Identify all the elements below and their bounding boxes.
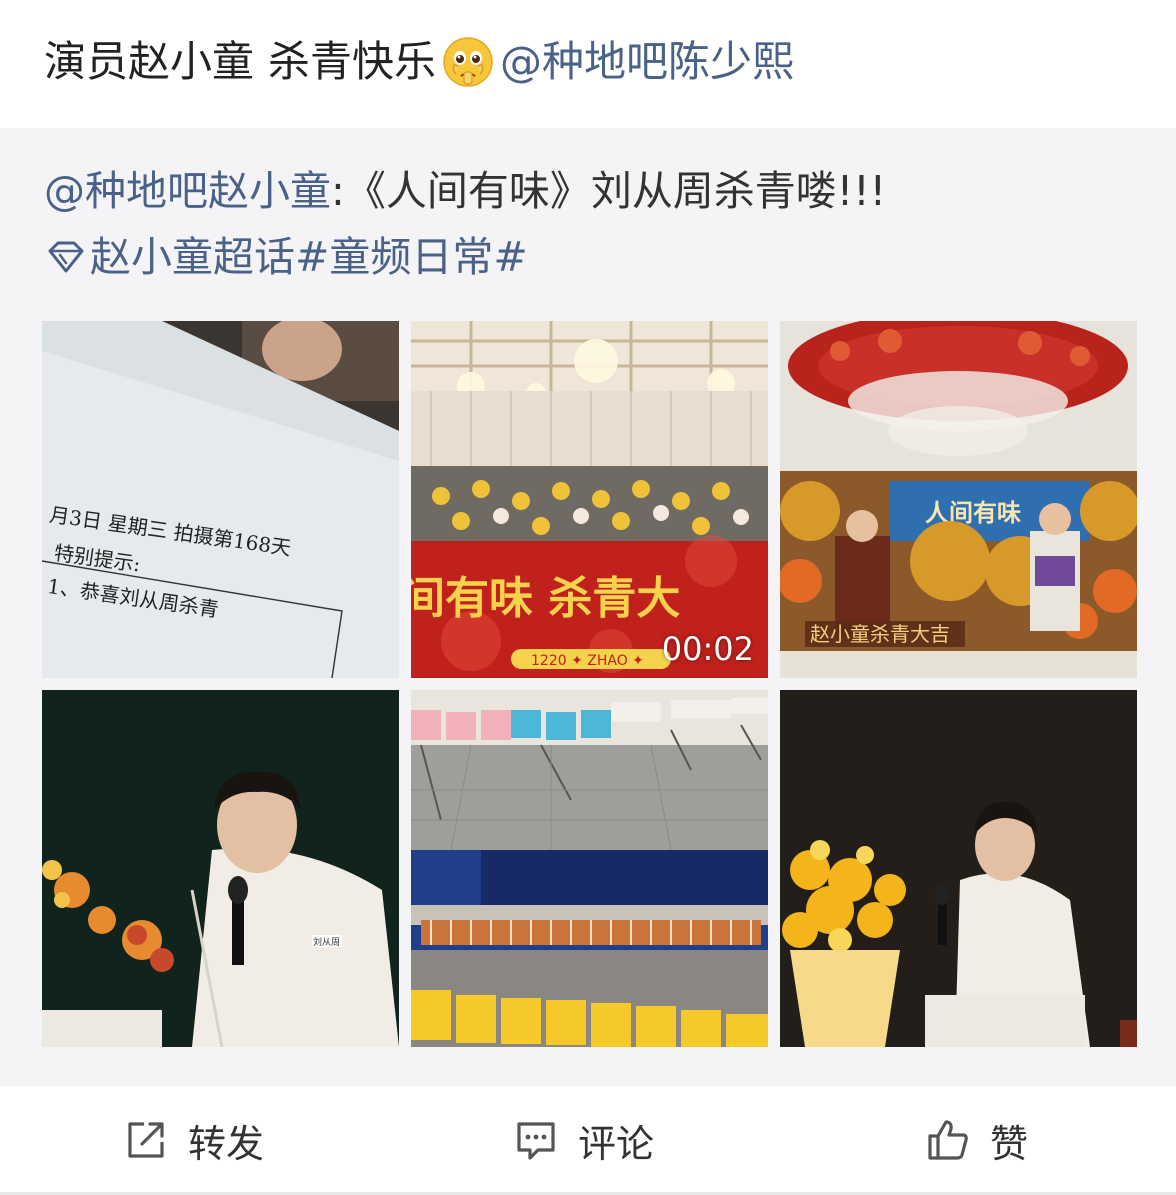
forward-label: 转发 <box>188 1121 265 1166</box>
like-button[interactable]: 赞 <box>926 1112 1028 1168</box>
comment-button[interactable]: 评论 <box>514 1112 654 1168</box>
schedule-paper-photo[interactable]: 月3日 星期三 拍摄第168天 特别提示: 1、恭喜刘从周杀青 <box>42 321 399 678</box>
image-grid: 月3日 星期三 拍摄第168天 特别提示: 1、恭喜刘从周杀青 间有味 杀青大 … <box>42 321 1138 1047</box>
action-bar: 转发 评论 赞 <box>0 1086 1176 1195</box>
comment-label: 评论 <box>578 1121 655 1166</box>
repost-content: :《人间有味》刘从周杀青喽!!! <box>331 167 887 215</box>
fan-group-video[interactable]: 间有味 杀青大 1220 ✦ ZHAO ✦ 00:02 <box>411 321 768 678</box>
video-duration: 00:02 <box>661 630 754 668</box>
repost-text: @种地吧赵小童:《人间有味》刘从周杀青喽!!! <box>44 162 886 220</box>
like-label: 赞 <box>990 1121 1029 1166</box>
forward-button[interactable]: 转发 <box>124 1112 264 1168</box>
svg-text:赵小童杀青大吉: 赵小童杀青大吉 <box>810 622 950 646</box>
comment-icon <box>517 1122 555 1160</box>
diamond-icon <box>48 241 84 273</box>
super-topic-link[interactable]: 赵小童超话#童频日常# <box>44 228 528 286</box>
svg-text:1220 ✦ ZHAO ✦: 1220 ✦ ZHAO ✦ <box>531 653 644 669</box>
svg-text:刘从周: 刘从周 <box>313 936 340 948</box>
pleading-face-emoji-icon <box>443 37 493 87</box>
svg-text:间有味 杀青大: 间有味 杀青大 <box>411 573 680 624</box>
post-mention-link[interactable]: @种地吧陈少熙 <box>500 32 794 92</box>
gift-tables-photo[interactable] <box>411 690 768 1047</box>
super-topic-text: 赵小童超话#童频日常# <box>90 233 528 281</box>
post-header: 演员赵小童 杀青快乐 @种地吧陈少熙 <box>0 0 1176 128</box>
post-text-part1: 演员赵小童 <box>44 37 255 86</box>
post-text-part2: 杀青快乐 <box>268 37 437 86</box>
post-text: 演员赵小童 杀青快乐 @种地吧陈少熙 <box>44 32 794 92</box>
flowers-bouquet-photo[interactable] <box>780 690 1137 1047</box>
chef-speech-photo[interactable]: 刘从周 <box>42 690 399 1047</box>
thumbs-up-icon <box>928 1120 968 1160</box>
share-icon <box>128 1122 164 1158</box>
flower-stage-photo[interactable]: 人间有味 赵小童杀青大吉 <box>780 321 1137 678</box>
repost-author-link[interactable]: @种地吧赵小童 <box>44 167 331 215</box>
